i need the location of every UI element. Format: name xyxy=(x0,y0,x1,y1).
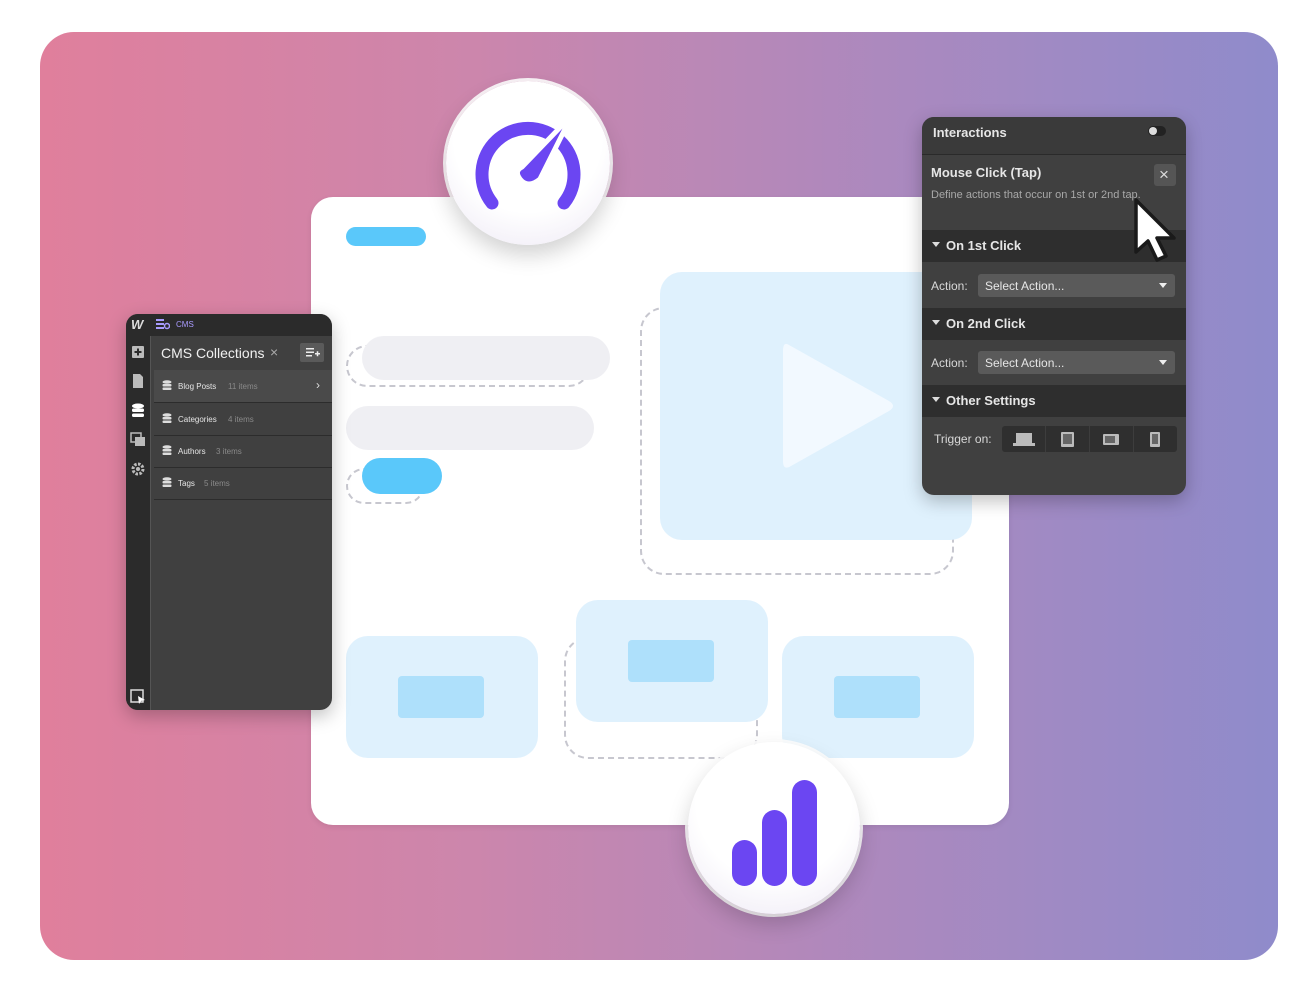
cms-topbar: W CMS xyxy=(126,314,332,336)
pages-icon[interactable] xyxy=(131,373,145,389)
card-content-block xyxy=(834,676,920,718)
text-placeholder-bar xyxy=(362,336,610,380)
database-icon xyxy=(162,413,172,423)
collection-name: Authors xyxy=(178,447,206,456)
trigger-on-label: Trigger on: xyxy=(934,432,992,446)
action-select-2[interactable]: Select Action... xyxy=(978,351,1175,374)
phone-icon xyxy=(1150,432,1160,447)
add-collection-icon[interactable] xyxy=(300,343,324,362)
interactions-title: Interactions xyxy=(933,125,1007,140)
section-on-2nd-click[interactable]: On 2nd Click xyxy=(922,308,1186,340)
card-content-block xyxy=(628,640,714,682)
tablet-device-button[interactable] xyxy=(1046,426,1090,452)
analytics-badge xyxy=(688,742,860,914)
button-placeholder xyxy=(362,458,442,494)
toggle-knob xyxy=(1149,127,1157,135)
database-icon xyxy=(162,380,172,390)
chevron-right-icon[interactable]: › xyxy=(316,378,320,392)
caret-down-icon xyxy=(932,397,940,402)
text-placeholder-bar xyxy=(346,406,594,450)
collection-name: Tags xyxy=(178,479,195,488)
interactions-panel: Interactions Mouse Click (Tap) × Define … xyxy=(922,117,1186,495)
device-trigger-group xyxy=(1002,426,1177,452)
gear-icon[interactable] xyxy=(130,461,146,477)
left-toolbar xyxy=(126,336,151,710)
tablet-icon xyxy=(1061,432,1074,447)
close-icon[interactable]: × xyxy=(270,344,278,360)
add-panel-icon[interactable] xyxy=(131,345,145,359)
close-trigger-button[interactable]: × xyxy=(1154,164,1176,186)
play-icon xyxy=(783,343,893,468)
collection-count: 5 items xyxy=(204,479,230,488)
collection-row-categories[interactable]: Categories 4 items xyxy=(154,403,332,436)
section-other-settings[interactable]: Other Settings xyxy=(922,385,1186,417)
navigator-icon[interactable] xyxy=(130,689,146,705)
cms-collections-title: CMS Collections xyxy=(161,345,265,361)
caret-down-icon xyxy=(932,320,940,325)
collection-name: Categories xyxy=(178,415,217,424)
interactions-toggle[interactable] xyxy=(1148,126,1166,136)
cms-panel: W CMS CMS Collections × Blog Posts 11 it… xyxy=(126,314,332,710)
collection-count: 3 items xyxy=(216,447,242,456)
portrait-phone-device-button[interactable] xyxy=(1134,426,1177,452)
bar-chart-icon xyxy=(732,780,817,886)
laptop-icon xyxy=(1013,433,1035,446)
close-icon: × xyxy=(1159,165,1169,184)
website-canvas xyxy=(311,197,1009,825)
collection-row-blog-posts[interactable]: Blog Posts 11 items › xyxy=(154,370,332,403)
action-select-1[interactable]: Select Action... xyxy=(978,274,1175,297)
database-icon xyxy=(162,445,172,455)
mouse-cursor-icon xyxy=(1134,198,1176,262)
caret-down-icon xyxy=(932,242,940,247)
webflow-logo-icon[interactable]: W xyxy=(131,317,143,332)
collection-row-authors[interactable]: Authors 3 items xyxy=(154,435,332,468)
action-label: Action: xyxy=(931,279,968,293)
collection-name: Blog Posts xyxy=(178,382,217,391)
database-icon[interactable] xyxy=(131,403,145,419)
collection-count: 4 items xyxy=(228,415,254,424)
card-content-block xyxy=(398,676,484,718)
interactions-header: Interactions xyxy=(922,117,1186,155)
collection-count: 11 items xyxy=(228,382,258,391)
speedometer-icon xyxy=(475,112,581,210)
assets-icon[interactable] xyxy=(130,432,146,448)
dropdown-caret-icon xyxy=(1159,360,1167,365)
landscape-phone-icon xyxy=(1103,434,1119,445)
trigger-title: Mouse Click (Tap) xyxy=(931,165,1042,180)
dropdown-caret-icon xyxy=(1159,283,1167,288)
header-pill xyxy=(346,227,426,246)
cms-icon xyxy=(156,319,170,330)
database-icon xyxy=(162,477,172,487)
landscape-phone-device-button[interactable] xyxy=(1090,426,1134,452)
cms-top-label: CMS xyxy=(176,320,194,329)
action-label: Action: xyxy=(931,356,968,370)
desktop-device-button[interactable] xyxy=(1002,426,1046,452)
collection-row-tags[interactable]: Tags 5 items xyxy=(154,467,332,500)
performance-badge xyxy=(446,81,610,245)
trigger-description: Define actions that occur on 1st or 2nd … xyxy=(931,189,1141,201)
